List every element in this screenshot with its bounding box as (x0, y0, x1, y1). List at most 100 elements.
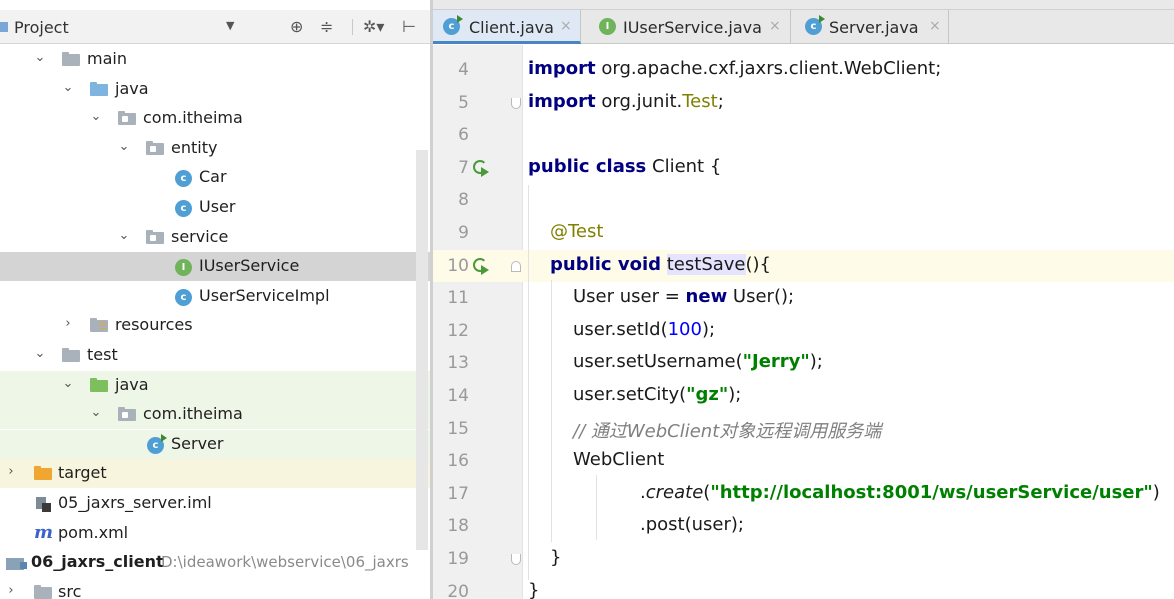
tree-item-class-userserviceimpl[interactable]: c UserServiceImpl (0, 282, 430, 311)
class-run-icon: c (147, 433, 167, 454)
tab-label: Server.java (829, 18, 919, 37)
tree-item-iml-file[interactable]: 05_jaxrs_server.iml (0, 489, 430, 518)
code-line-7[interactable]: 7 public class Client { (433, 152, 1174, 185)
code-text: ) (1152, 481, 1160, 503)
code-text: } (528, 579, 540, 599)
collapse-all-icon[interactable]: ≑ (320, 17, 333, 36)
chevron-right-icon[interactable]: › (4, 583, 18, 598)
package-icon (146, 140, 164, 155)
run-gutter-icon[interactable] (473, 256, 493, 276)
tree-item-label: target (58, 463, 107, 483)
line-number: 14 (447, 386, 469, 406)
tree-item-resources[interactable]: › resources (0, 311, 430, 340)
gear-icon[interactable]: ✲▾ (363, 17, 384, 36)
tree-item-label: 05_jaxrs_server.iml (58, 493, 212, 512)
chevron-down-icon[interactable]: ⌄ (33, 347, 47, 361)
indent-guide (551, 280, 552, 542)
chevron-down-icon[interactable]: ⌄ (61, 376, 75, 391)
chevron-down-icon[interactable]: ⌄ (33, 51, 47, 65)
tree-item-src[interactable]: › src (0, 578, 430, 599)
folder-icon (62, 348, 80, 362)
tree-item-package-com-itheima-test[interactable]: ⌄ com.itheima (0, 400, 430, 430)
line-number: 17 (447, 483, 469, 504)
tree-item-java-test[interactable]: ⌄ java (0, 370, 430, 400)
code-line-14[interactable]: 14 user.setCity("gz"); (433, 380, 1174, 413)
close-icon[interactable]: × (560, 18, 572, 34)
code-line-16[interactable]: 16 WebClient (433, 445, 1174, 478)
close-icon[interactable]: × (769, 18, 781, 34)
tree-item-label: test (87, 345, 118, 364)
chevron-down-icon[interactable]: ⌄ (89, 406, 103, 420)
line-number: 5 (458, 92, 469, 113)
chevron-right-icon[interactable]: › (61, 317, 75, 331)
code-text: WebClient (573, 449, 665, 471)
chevron-right-icon[interactable]: › (4, 465, 18, 479)
hide-panel-icon[interactable]: ⊢ (402, 17, 416, 36)
code-line-6[interactable]: 6 (433, 119, 1174, 152)
code-line-5[interactable]: 5 import org.junit.Test; (433, 87, 1174, 120)
tree-item-test[interactable]: ⌄ test (0, 341, 430, 370)
code-text: .post(user); (640, 514, 744, 536)
line-number: 15 (447, 418, 469, 439)
chevron-down-icon[interactable]: ⌄ (61, 80, 75, 95)
maven-icon: m (34, 521, 54, 543)
project-view-selector[interactable]: Project (14, 18, 69, 37)
tree-item-module-06-jaxrs-client[interactable]: 06_jaxrs_client D:\ideawork\webservice\0… (0, 548, 430, 577)
code-text: org.junit. (595, 90, 683, 112)
code-line-17[interactable]: 17 .create("http://localhost:8001/ws/use… (433, 478, 1174, 511)
fold-start-icon[interactable] (511, 260, 521, 272)
code-text: user.setUsername( (573, 351, 743, 373)
chevron-down-icon[interactable]: ▼ (226, 19, 234, 32)
tab-client-java[interactable]: c Client.java × (433, 10, 581, 44)
editor-tab-bar: c Client.java × I IUserService.java × c … (433, 10, 1174, 44)
tree-item-main[interactable]: ⌄ main (0, 45, 430, 74)
code-line-9[interactable]: 9 @Test (433, 217, 1174, 250)
toolbar-separator (352, 19, 353, 35)
code-line-15[interactable]: 15 // 通过WebClient对象远程调用服务端 (433, 413, 1174, 446)
tree-item-label: IUserService (199, 256, 300, 276)
indent-guide (528, 185, 529, 580)
tree-item-pom-xml[interactable]: m pom.xml (0, 519, 430, 548)
line-number: 6 (458, 125, 469, 146)
line-number: 11 (447, 288, 469, 309)
chevron-down-icon[interactable]: ⌄ (117, 228, 131, 243)
tree-item-label: java (115, 78, 149, 98)
class-run-icon: c (443, 15, 463, 35)
code-line-12[interactable]: 12 user.setId(100); (433, 315, 1174, 348)
scroll-from-source-icon[interactable]: ⊕ (290, 17, 303, 36)
tree-item-class-server[interactable]: c Server (0, 429, 430, 459)
line-number: 4 (458, 60, 469, 80)
code-line-8[interactable]: 8 (433, 184, 1174, 217)
chevron-down-icon[interactable]: ⌄ (89, 110, 103, 124)
code-line-11[interactable]: 11 User user = new User(); (433, 282, 1174, 315)
tree-item-package-entity[interactable]: ⌄ entity (0, 134, 430, 163)
code-text: ; (717, 90, 724, 112)
project-view-icon (0, 22, 8, 32)
code-line-18[interactable]: 18 .post(user); (433, 510, 1174, 543)
line-number: 10 (447, 255, 469, 276)
fold-end-icon[interactable] (511, 554, 521, 565)
tab-iuserservice-java[interactable]: I IUserService.java × (581, 10, 791, 44)
tree-item-package-com-itheima[interactable]: ⌄ com.itheima (0, 104, 430, 133)
chevron-down-icon[interactable]: ⌄ (117, 139, 131, 154)
run-gutter-icon[interactable] (473, 158, 493, 178)
code-line-13[interactable]: 13 user.setUsername("Jerry"); (433, 347, 1174, 380)
code-line-19[interactable]: 19 } (433, 543, 1174, 576)
module-file-icon (36, 495, 52, 512)
code-text: ); (809, 351, 823, 373)
tree-item-class-user[interactable]: c User (0, 193, 430, 222)
code-line-20[interactable]: 20 } (433, 576, 1174, 599)
tree-item-java-main[interactable]: ⌄ java (0, 75, 430, 104)
tree-item-target[interactable]: › target (0, 459, 430, 489)
line-number: 20 (447, 581, 469, 599)
tree-item-interface-iuserservice[interactable]: I IUserService (0, 252, 430, 282)
tree-item-package-service[interactable]: ⌄ service (0, 223, 430, 252)
close-icon[interactable]: × (929, 18, 941, 34)
tab-server-java[interactable]: c Server.java × (791, 10, 949, 44)
code-line-4[interactable]: 4 import org.apache.cxf.jaxrs.client.Web… (433, 54, 1174, 87)
fold-end-icon[interactable] (511, 97, 521, 109)
module-icon (6, 556, 28, 571)
tree-item-class-car[interactable]: c Car (0, 163, 430, 192)
code-line-10-current[interactable]: 10 public void testSave(){ (433, 249, 1174, 283)
scrollbar[interactable] (416, 150, 428, 550)
